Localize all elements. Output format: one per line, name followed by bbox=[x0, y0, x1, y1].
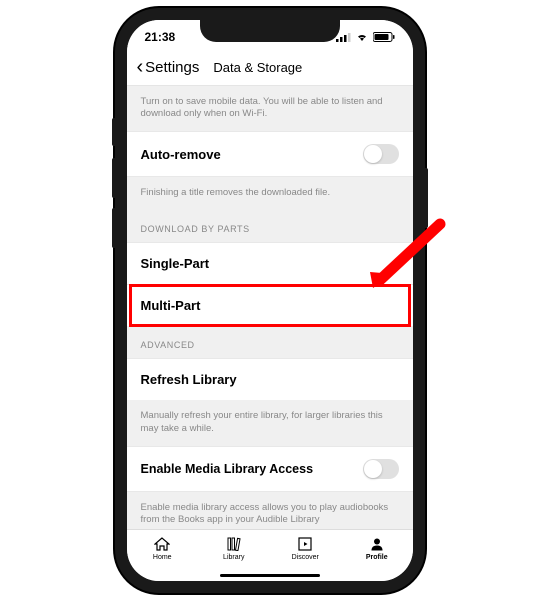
tab-label: Discover bbox=[292, 554, 319, 561]
notch bbox=[200, 20, 340, 42]
tab-home[interactable]: Home bbox=[127, 536, 199, 581]
profile-icon bbox=[370, 536, 384, 552]
header: ‹ Settings Data & Storage bbox=[127, 50, 413, 86]
tab-label: Home bbox=[153, 554, 172, 561]
download-parts-header: DOWNLOAD BY PARTS bbox=[127, 210, 413, 242]
page-title: Data & Storage bbox=[213, 60, 302, 75]
home-icon bbox=[154, 536, 170, 552]
tab-label: Profile bbox=[366, 554, 388, 561]
auto-remove-row: Auto-remove bbox=[127, 131, 413, 177]
multi-part-label: Multi-Part bbox=[141, 298, 201, 313]
screen: 21:38 ‹ Settings Data & Storage Turn on … bbox=[127, 20, 413, 581]
tab-label: Library bbox=[223, 554, 244, 561]
back-label: Settings bbox=[145, 59, 199, 76]
single-part-row[interactable]: Single-Part bbox=[127, 242, 413, 284]
media-access-row: Enable Media Library Access bbox=[127, 446, 413, 492]
auto-remove-label: Auto-remove bbox=[141, 147, 221, 162]
auto-remove-desc: Finishing a title removes the downloaded… bbox=[127, 177, 413, 210]
library-icon bbox=[227, 536, 241, 552]
toggle-knob bbox=[364, 145, 382, 163]
phone-frame: 21:38 ‹ Settings Data & Storage Turn on … bbox=[115, 8, 425, 593]
volume-up bbox=[112, 158, 115, 198]
media-access-toggle[interactable] bbox=[363, 459, 399, 479]
auto-remove-toggle[interactable] bbox=[363, 144, 399, 164]
volume-down bbox=[112, 208, 115, 248]
multi-part-row[interactable]: Multi-Part bbox=[127, 284, 413, 326]
back-button[interactable]: ‹ Settings bbox=[137, 57, 200, 77]
chevron-left-icon: ‹ bbox=[137, 57, 144, 77]
refresh-library-row[interactable]: Refresh Library bbox=[127, 358, 413, 400]
tab-profile[interactable]: Profile bbox=[341, 536, 413, 581]
battery-icon bbox=[373, 32, 395, 42]
status-time: 21:38 bbox=[145, 26, 176, 44]
home-indicator[interactable] bbox=[220, 574, 320, 577]
refresh-desc: Manually refresh your entire library, fo… bbox=[127, 400, 413, 446]
signal-icon bbox=[336, 32, 351, 42]
media-access-label: Enable Media Library Access bbox=[141, 462, 314, 476]
mobile-data-info: Turn on to save mobile data. You will be… bbox=[127, 86, 413, 132]
toggle-knob bbox=[364, 460, 382, 478]
power-button bbox=[425, 168, 428, 228]
content: Turn on to save mobile data. You will be… bbox=[127, 86, 413, 529]
mute-switch bbox=[112, 118, 115, 146]
discover-icon bbox=[298, 536, 312, 552]
media-access-desc: Enable media library access allows you t… bbox=[127, 492, 413, 529]
wifi-icon bbox=[355, 32, 369, 42]
advanced-header: ADVANCED bbox=[127, 326, 413, 358]
status-icons bbox=[336, 28, 395, 42]
